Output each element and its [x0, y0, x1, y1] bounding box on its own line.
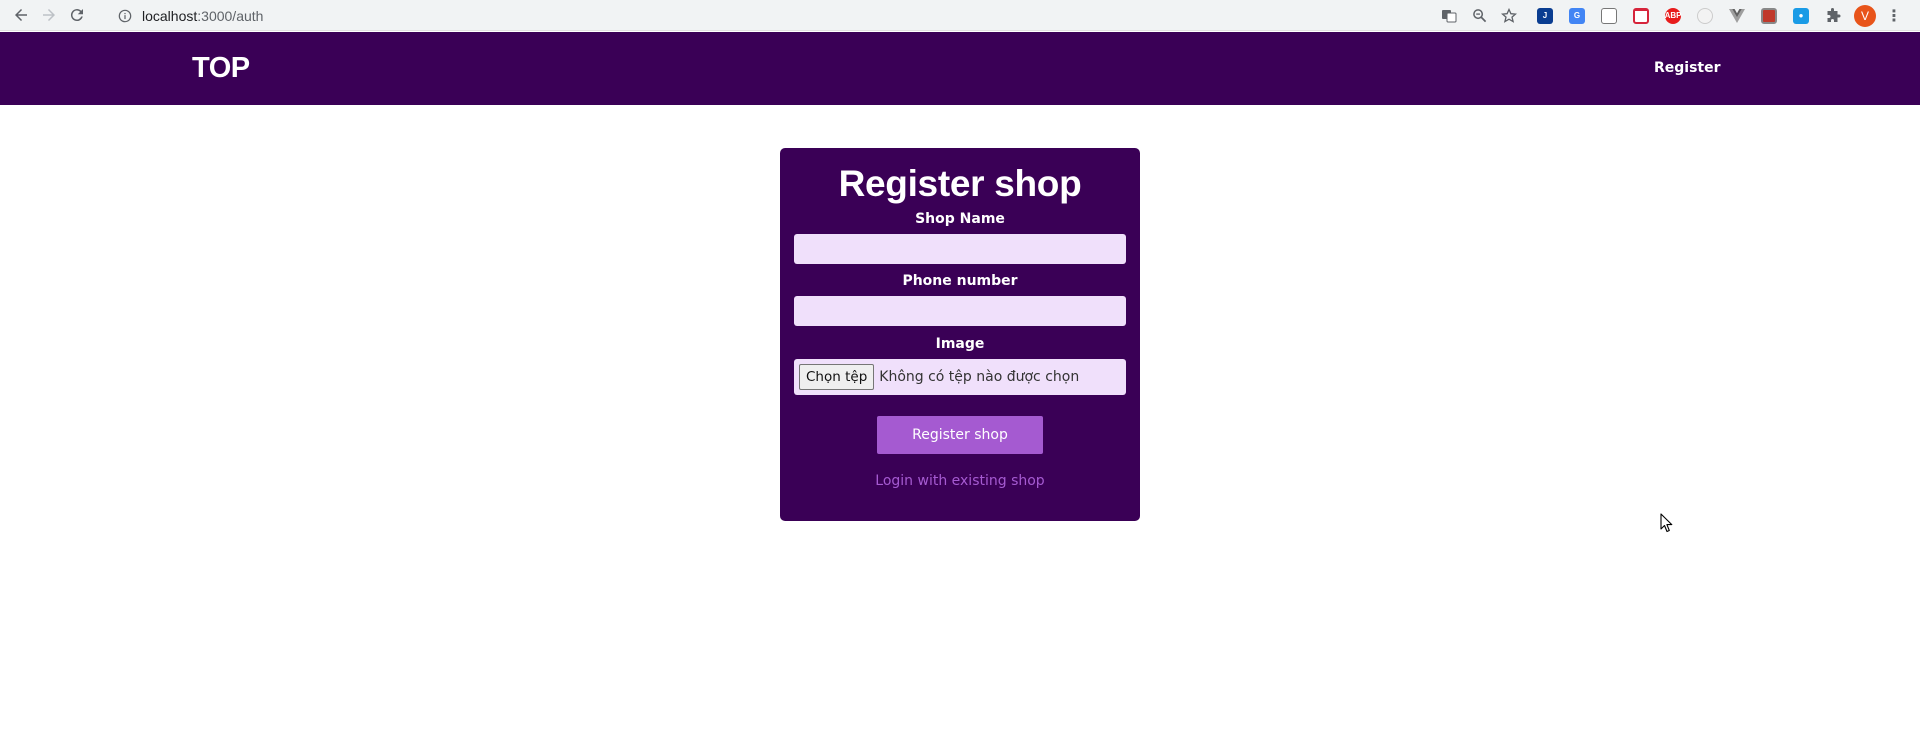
star-icon[interactable]: [1501, 7, 1517, 24]
google-translate-icon[interactable]: G: [1566, 5, 1588, 27]
brand-logo[interactable]: TOP: [192, 52, 250, 85]
nav-register-link[interactable]: Register: [1654, 60, 1721, 76]
form-title: Register shop: [838, 163, 1082, 204]
login-existing-shop-link[interactable]: Login with existing shop: [794, 473, 1126, 489]
shop-name-label: Shop Name: [915, 211, 1005, 227]
reload-icon: [70, 9, 83, 22]
browser-toolbar: localhost:3000/auth J G ABP ● V ⋮: [0, 0, 1920, 31]
register-shop-button[interactable]: Register shop: [877, 416, 1043, 454]
phone-label: Phone number: [902, 273, 1018, 289]
translate-icon[interactable]: [1441, 8, 1457, 24]
gallery-icon[interactable]: [1598, 5, 1620, 27]
forward-arrow-icon: [43, 9, 55, 21]
react-devtools-icon[interactable]: [1758, 5, 1780, 27]
profile-avatar[interactable]: V: [1854, 4, 1876, 27]
shop-name-input[interactable]: [794, 234, 1126, 264]
zoom-icon[interactable]: [1471, 8, 1487, 24]
phone-input[interactable]: [794, 296, 1126, 326]
choose-file-button[interactable]: Chọn tệp: [799, 364, 875, 390]
reload-button[interactable]: [63, 1, 91, 29]
jira-icon[interactable]: J: [1534, 5, 1556, 27]
app-navbar: TOP Register: [0, 32, 1920, 105]
site-info-icon[interactable]: [116, 7, 134, 25]
image-label: Image: [935, 336, 985, 352]
extensions-bar: J G ABP ● V ⋮: [1534, 3, 1902, 28]
file-status-text: Không có tệp nào được chọn: [879, 369, 1080, 385]
register-shop-card: Register shop Shop Name Phone number Ima…: [780, 148, 1140, 521]
dropper-icon[interactable]: ●: [1790, 5, 1812, 27]
adblock-plus-icon[interactable]: ABP: [1662, 5, 1684, 27]
back-button[interactable]: [7, 1, 35, 29]
url-text: localhost:3000/auth: [142, 7, 264, 24]
puzzle-icon[interactable]: [1822, 5, 1844, 27]
pocket-icon[interactable]: [1630, 5, 1652, 27]
back-arrow-icon: [15, 9, 27, 21]
mouse-cursor-icon: [1660, 513, 1673, 533]
clock-icon[interactable]: [1694, 5, 1716, 27]
image-file-input[interactable]: Chọn tệp Không có tệp nào được chọn: [794, 359, 1126, 395]
address-bar[interactable]: localhost:3000/auth: [110, 3, 1525, 28]
forward-button[interactable]: [35, 1, 63, 29]
browser-menu-icon[interactable]: ⋮: [1886, 7, 1902, 24]
vue-icon[interactable]: [1726, 5, 1748, 27]
